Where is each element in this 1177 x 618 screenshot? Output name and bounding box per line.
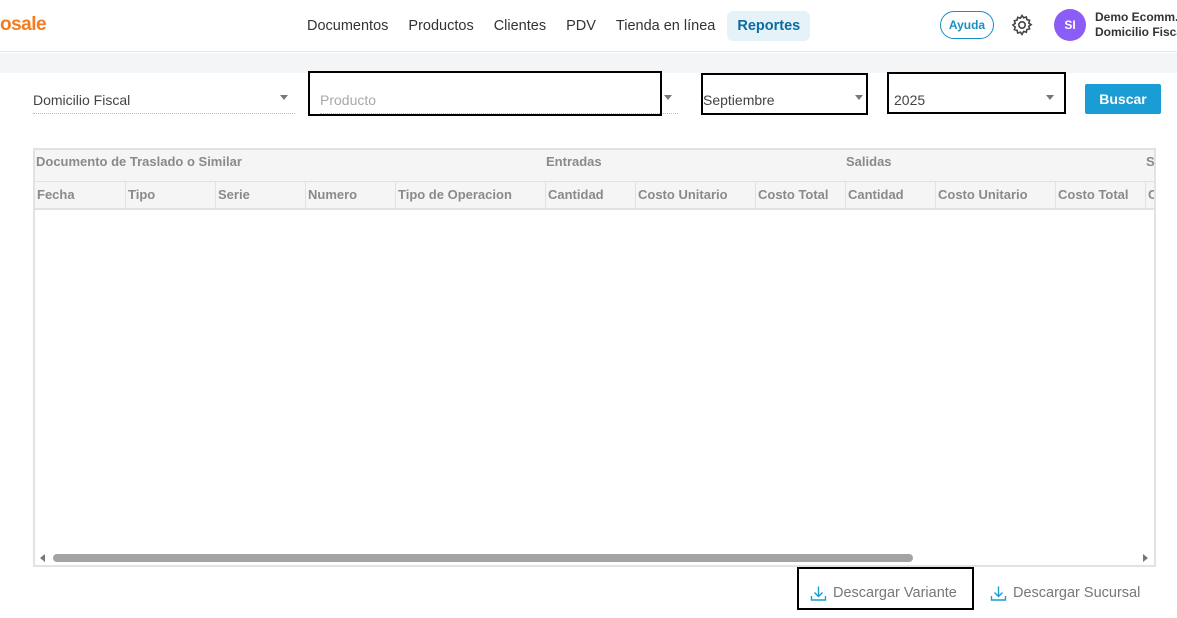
user-branch: Domicilio Fisca — [1095, 25, 1177, 39]
col-entradas-costo-total[interactable]: Costo Total — [755, 182, 845, 208]
branch-underline — [33, 113, 295, 114]
group-header-saldo: S — [1146, 154, 1155, 169]
highlight-box-year — [887, 72, 1066, 114]
user-name: Demo Ecomm. — [1095, 10, 1177, 24]
col-entradas-costo-unitario[interactable]: Costo Unitario — [635, 182, 755, 208]
sub-header-bar — [0, 53, 1177, 73]
highlight-box-month — [701, 73, 868, 115]
nav-productos[interactable]: Productos — [398, 11, 483, 41]
col-numero[interactable]: Numero — [305, 182, 395, 208]
scroll-left-arrow-icon[interactable] — [40, 554, 45, 562]
branch-select[interactable]: Domicilio Fiscal — [33, 84, 295, 114]
help-button[interactable]: Ayuda — [940, 11, 994, 39]
nav-pdv[interactable]: PDV — [556, 11, 606, 41]
col-tipo[interactable]: Tipo — [125, 182, 215, 208]
chevron-down-icon — [280, 95, 288, 100]
table-column-header: Fecha Tipo Serie Numero Tipo de Operacio… — [35, 182, 1154, 210]
branch-select-value: Domicilio Fiscal — [33, 92, 131, 108]
search-button[interactable]: Buscar — [1085, 84, 1161, 114]
col-entradas-cantidad[interactable]: Cantidad — [545, 182, 635, 208]
nav-tienda-en-linea[interactable]: Tienda en línea — [606, 11, 725, 41]
avatar[interactable]: SI — [1054, 9, 1086, 41]
nav-documentos[interactable]: Documentos — [297, 11, 398, 41]
main-nav: Documentos Productos Clientes PDV Tienda… — [297, 10, 811, 42]
download-branch-label: Descargar Sucursal — [1013, 585, 1141, 601]
download-icon — [990, 586, 1007, 601]
col-fecha[interactable]: Fecha — [35, 182, 125, 208]
chevron-down-icon — [664, 95, 672, 100]
col-salidas-costo-total[interactable]: Costo Total — [1055, 182, 1145, 208]
group-header-salidas: Salidas — [846, 154, 892, 169]
highlight-box-download-variant — [797, 567, 974, 610]
kardex-table: Documento de Traslado o Similar Entradas… — [33, 148, 1156, 567]
col-tipo-operacion[interactable]: Tipo de Operacion — [395, 182, 545, 208]
gear-icon[interactable] — [1010, 13, 1034, 37]
table-group-header: Documento de Traslado o Similar Entradas… — [35, 150, 1154, 182]
col-salidas-costo-unitario[interactable]: Costo Unitario — [935, 182, 1055, 208]
download-branch-button[interactable]: Descargar Sucursal — [990, 583, 1140, 603]
col-saldo-cantidad[interactable]: C — [1145, 182, 1154, 208]
col-salidas-cantidad[interactable]: Cantidad — [845, 182, 935, 208]
nav-reportes[interactable]: Reportes — [727, 11, 811, 41]
top-navbar: osale Documentos Productos Clientes PDV … — [0, 0, 1177, 52]
scroll-right-arrow-icon[interactable] — [1143, 554, 1148, 562]
nav-clientes[interactable]: Clientes — [484, 11, 556, 41]
group-header-documento: Documento de Traslado o Similar — [36, 154, 242, 169]
col-serie[interactable]: Serie — [215, 182, 305, 208]
horizontal-scrollbar[interactable] — [35, 550, 1154, 565]
highlight-box-product — [308, 71, 662, 116]
user-info[interactable]: Demo Ecomm. Domicilio Fisca — [1095, 10, 1177, 40]
scrollbar-thumb[interactable] — [53, 554, 913, 562]
group-header-entradas: Entradas — [546, 154, 602, 169]
app-logo[interactable]: osale — [0, 14, 47, 36]
